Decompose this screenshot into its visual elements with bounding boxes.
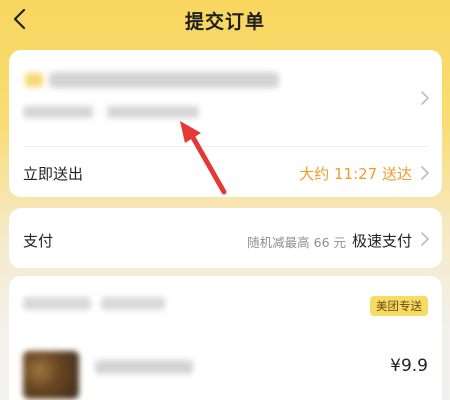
contact-name-blurred [23,106,93,118]
payment-promo: 随机减最高 66 元 [247,235,346,250]
food-name-blurred [95,360,193,374]
send-now-label[interactable]: 立即送出 [23,163,83,184]
address-tag [25,73,43,87]
payment-method[interactable]: 极速支付 [352,230,412,251]
payment-label: 支付 [23,232,54,250]
chevron-right-icon[interactable] [420,231,430,247]
item-price: ¥9.9 [390,356,428,376]
address-card: 立即送出 大约 11:27 送达 [9,50,442,197]
contact-line [23,106,199,118]
shop-card: 美团专送 ¥9.9 [9,276,442,400]
shop-name-blurred [23,297,165,310]
address-text-blurred [49,72,279,88]
delivery-type-badge: 美团专送 [370,296,428,316]
payment-card[interactable]: 支付 随机减最高 66 元 极速支付 [9,208,442,268]
delivery-eta[interactable]: 大约 11:27 送达 [299,163,412,184]
chevron-right-icon[interactable] [420,90,430,106]
top-nav: 提交订单 [0,0,450,44]
contact-phone-blurred [107,106,199,118]
chevron-right-icon[interactable] [420,165,430,181]
divider [23,146,428,147]
page-title: 提交订单 [184,11,265,33]
food-thumbnail [23,351,79,399]
address-line[interactable] [25,72,279,88]
